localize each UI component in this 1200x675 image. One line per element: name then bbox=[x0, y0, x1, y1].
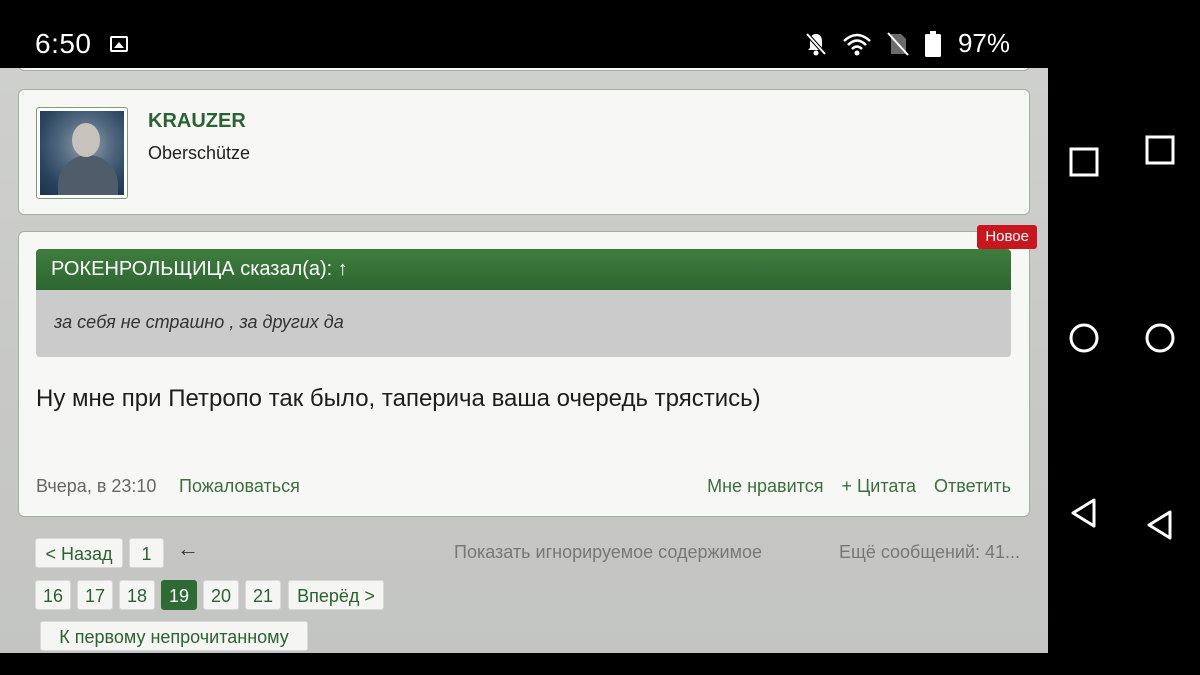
next-page-button[interactable]: Вперёд > bbox=[288, 580, 384, 610]
page-18-button[interactable]: 18 bbox=[119, 580, 155, 610]
page-16-button[interactable]: 16 bbox=[35, 580, 71, 610]
post-footer: Вчера, в 23:10 Пожаловаться Мне нравится… bbox=[36, 476, 1011, 500]
page-17-button[interactable]: 17 bbox=[77, 580, 113, 610]
status-icons: 97% bbox=[804, 28, 1010, 59]
forum-content[interactable]: KRAUZER Oberschütze Новое РОКЕНРОЛЬЩИЦА … bbox=[0, 68, 1048, 653]
home-icon[interactable] bbox=[1068, 322, 1100, 354]
status-time: 6:50 bbox=[35, 28, 92, 59]
prev-page-button[interactable]: < Назад bbox=[35, 538, 123, 568]
navigation-bar bbox=[1048, 0, 1200, 675]
more-messages-link[interactable]: Ещё сообщений: 41... bbox=[839, 542, 1020, 563]
no-sim-icon bbox=[887, 31, 909, 56]
first-unread-button[interactable]: К первому непрочитанному bbox=[40, 621, 308, 651]
post-date[interactable]: Вчера, в 23:10 bbox=[36, 476, 156, 497]
post-body: Ну мне при Петропо так было, таперича ва… bbox=[36, 385, 761, 412]
username-link[interactable]: KRAUZER bbox=[148, 110, 246, 133]
arrow-left-icon[interactable]: ← bbox=[177, 536, 199, 562]
quote-text: за себя не страшно , за других да bbox=[36, 290, 1011, 357]
avatar-image bbox=[40, 111, 124, 195]
user-info-card: KRAUZER Oberschütze bbox=[18, 89, 1030, 215]
battery-percent: 97% bbox=[957, 28, 1010, 58]
page-19-current[interactable]: 19 bbox=[161, 580, 197, 610]
bottom-strip bbox=[0, 653, 1048, 675]
status-bar: 6:50 97% bbox=[0, 0, 1048, 68]
avatar[interactable] bbox=[36, 107, 128, 199]
recents-icon[interactable] bbox=[1068, 146, 1100, 178]
like-button[interactable]: Мне нравится bbox=[707, 476, 823, 497]
mute-icon bbox=[805, 32, 827, 55]
image-icon bbox=[110, 36, 128, 52]
previous-card-edge bbox=[18, 68, 1030, 71]
home-icon-secondary[interactable] bbox=[1144, 322, 1176, 354]
post-actions: Мне нравится + Цитата Ответить bbox=[707, 476, 1011, 497]
quote-author-link[interactable]: РОКЕНРОЛЬЩИЦА сказал(а): ↑ bbox=[36, 249, 1011, 290]
quote-block: РОКЕНРОЛЬЩИЦА сказал(а): ↑ за себя не ст… bbox=[36, 249, 1011, 359]
wifi-icon bbox=[843, 33, 871, 55]
back-icon-secondary[interactable] bbox=[1144, 509, 1176, 541]
user-title: Oberschütze bbox=[148, 143, 251, 163]
page-20-button[interactable]: 20 bbox=[203, 580, 239, 610]
report-link[interactable]: Пожаловаться bbox=[179, 476, 300, 497]
page-1-button[interactable]: 1 bbox=[129, 538, 164, 568]
quote-button[interactable]: + Цитата bbox=[841, 476, 916, 497]
post-card: Новое РОКЕНРОЛЬЩИЦА сказал(а): ↑ за себя… bbox=[18, 225, 1037, 517]
page-21-button[interactable]: 21 bbox=[245, 580, 281, 610]
back-icon[interactable] bbox=[1068, 497, 1100, 529]
battery-icon bbox=[924, 30, 941, 57]
show-ignored-link[interactable]: Показать игнорируемое содержимое bbox=[454, 542, 762, 563]
new-badge: Новое bbox=[977, 225, 1037, 249]
recents-icon-secondary[interactable] bbox=[1144, 134, 1176, 166]
reply-button[interactable]: Ответить bbox=[934, 476, 1011, 497]
